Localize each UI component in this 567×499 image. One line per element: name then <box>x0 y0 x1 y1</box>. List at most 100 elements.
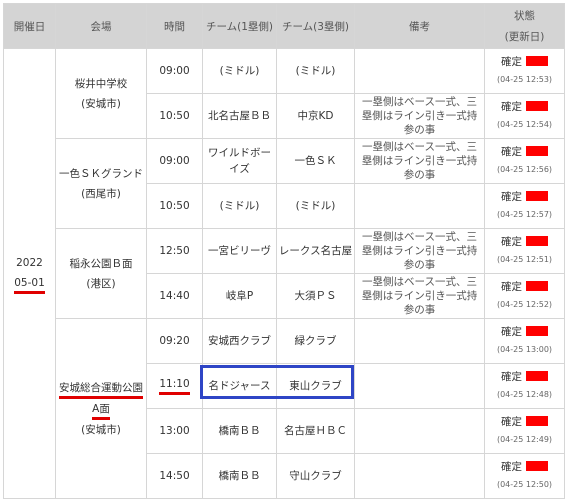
status-cell: 確定 (04-25 12:50) <box>484 453 565 499</box>
status-updated: (04-25 12:49) <box>496 435 553 444</box>
status-badge <box>526 281 548 291</box>
note-cell: 一塁側はベース一式、三塁側はライン引き一式持参の事 <box>354 273 485 319</box>
status-badge <box>526 56 548 66</box>
time-cell: 10:50 <box>146 183 203 229</box>
status-label: 確定 <box>501 281 522 293</box>
venue-area: (西尾市) <box>81 187 121 200</box>
venue-area: (港区) <box>86 277 116 290</box>
status-updated: (04-25 12:51) <box>496 255 553 264</box>
header-date: 開催日 <box>3 3 56 49</box>
status-cell: 確定 (04-25 12:51) <box>484 228 565 274</box>
team1-cell: ワイルドボーイズ <box>202 138 277 184</box>
status-badge <box>526 371 548 381</box>
note-cell <box>354 453 485 499</box>
time-cell: 09:00 <box>146 138 203 184</box>
venue-name: 桜井中学校 <box>74 77 128 90</box>
venue-area: (安城市) <box>81 97 121 110</box>
header-status-label: 状態 <box>514 10 535 22</box>
team3-cell: 大須ＰＳ <box>276 273 355 319</box>
status-label: 確定 <box>501 191 522 203</box>
venue-name-suffix: A面 <box>92 401 110 420</box>
status-cell: 確定 (04-25 12:48) <box>484 363 565 409</box>
table-row: 2022 05-01 桜井中学校 (安城市) 09:00 (ミドル) (ミドル)… <box>3 48 565 499</box>
team1-cell: (ミドル) <box>202 48 277 94</box>
note-cell <box>354 318 485 364</box>
team1-cell: 北名古屋ＢＢ <box>202 93 277 139</box>
date-day: 05-01 <box>14 275 45 294</box>
team1-cell: 橋南ＢＢ <box>202 408 277 454</box>
status-label: 確定 <box>501 56 522 68</box>
team1-cell: 岐阜P <box>202 273 277 319</box>
status-badge <box>526 326 548 336</box>
schedule-table: 開催日 会場 時間 チーム(1塁側) チーム(3塁側) 備考 状態 (更新日) … <box>3 3 565 499</box>
header-time: 時間 <box>146 3 203 49</box>
status-badge <box>526 191 548 201</box>
time-cell: 09:20 <box>146 318 203 364</box>
team3-cell: (ミドル) <box>276 48 355 94</box>
status-label: 確定 <box>501 101 522 113</box>
note-cell: 一塁側はベース一式、三塁側はライン引き一式持参の事 <box>354 93 485 139</box>
note-cell <box>354 363 485 409</box>
status-updated: (04-25 12:54) <box>496 120 553 129</box>
header-venue: 会場 <box>55 3 147 49</box>
status-updated: (04-25 12:48) <box>496 390 553 399</box>
header-status-updated: (更新日) <box>504 31 545 43</box>
team3-cell: 名古屋ＨＢＣ <box>276 408 355 454</box>
team3-cell: 中京KD <box>276 93 355 139</box>
header-status: 状態 (更新日) <box>484 3 565 49</box>
status-cell: 確定 (04-25 12:49) <box>484 408 565 454</box>
status-cell: 確定 (04-25 12:54) <box>484 93 565 139</box>
header-team1: チーム(1塁側) <box>202 3 277 49</box>
status-label: 確定 <box>501 461 522 473</box>
table-row: 稲永公園Ｂ面 (港区) 12:50 一宮ビリーヴ レークス名古屋 一塁側はベース… <box>4 228 565 319</box>
status-badge <box>526 101 548 111</box>
status-updated: (04-25 12:52) <box>496 300 553 309</box>
status-cell: 確定 (04-25 12:53) <box>484 48 565 94</box>
status-cell: 確定 (04-25 13:00) <box>484 318 565 364</box>
venue-name: 稲永公園Ｂ面 <box>69 257 133 270</box>
venue-name: 安城総合運動公園 <box>59 380 143 399</box>
venue-area: (安城市) <box>81 423 121 436</box>
date-year: 2022 <box>16 257 43 269</box>
note-cell: 一塁側はベース一式、三塁側はライン引き一式持参の事 <box>354 228 485 274</box>
venue-cell: 安城総合運動公園 A面 (安城市) <box>55 318 147 499</box>
team1-cell: 橋南ＢＢ <box>202 453 277 499</box>
date-cell: 2022 05-01 <box>3 48 56 499</box>
team1-cell: 一宮ビリーヴ <box>202 228 277 274</box>
status-updated: (04-25 12:50) <box>496 480 553 489</box>
status-updated: (04-25 13:00) <box>496 345 553 354</box>
time-value: 11:10 <box>159 377 190 395</box>
time-cell: 14:40 <box>146 273 203 319</box>
note-cell <box>354 48 485 94</box>
time-cell: 11:10 <box>146 363 203 409</box>
highlight-box <box>200 365 354 399</box>
status-cell: 確定 (04-25 12:57) <box>484 183 565 229</box>
venue-cell: 桜井中学校 (安城市) <box>55 48 147 139</box>
status-label: 確定 <box>501 326 522 338</box>
status-badge <box>526 461 548 471</box>
team3-cell: 緑クラブ <box>276 318 355 364</box>
team3-cell: レークス名古屋 <box>276 228 355 274</box>
table-row: 安城総合運動公園 A面 (安城市) 09:20 安城西クラブ 緑クラブ 確定 (… <box>4 318 565 499</box>
note-cell <box>354 408 485 454</box>
venue-cell: 稲永公園Ｂ面 (港区) <box>55 228 147 319</box>
status-label: 確定 <box>501 236 522 248</box>
time-cell: 14:50 <box>146 453 203 499</box>
header-note: 備考 <box>354 3 485 49</box>
table-row: 一色ＳＫグランド (西尾市) 09:00 ワイルドボーイズ 一色ＳＫ 一塁側はベ… <box>4 138 565 229</box>
time-cell: 13:00 <box>146 408 203 454</box>
status-updated: (04-25 12:56) <box>496 165 553 174</box>
team3-cell: 守山クラブ <box>276 453 355 499</box>
status-badge <box>526 416 548 426</box>
team3-cell: 一色ＳＫ <box>276 138 355 184</box>
status-cell: 確定 (04-25 12:56) <box>484 138 565 184</box>
status-updated: (04-25 12:57) <box>496 210 553 219</box>
team3-cell: (ミドル) <box>276 183 355 229</box>
status-label: 確定 <box>501 416 522 428</box>
note-cell: 一塁側はベース一式、三塁側はライン引き一式持参の事 <box>354 138 485 184</box>
note-cell <box>354 183 485 229</box>
status-updated: (04-25 12:53) <box>496 75 553 84</box>
status-badge <box>526 236 548 246</box>
status-label: 確定 <box>501 146 522 158</box>
header-row: 開催日 会場 時間 チーム(1塁側) チーム(3塁側) 備考 状態 (更新日) <box>3 3 565 49</box>
